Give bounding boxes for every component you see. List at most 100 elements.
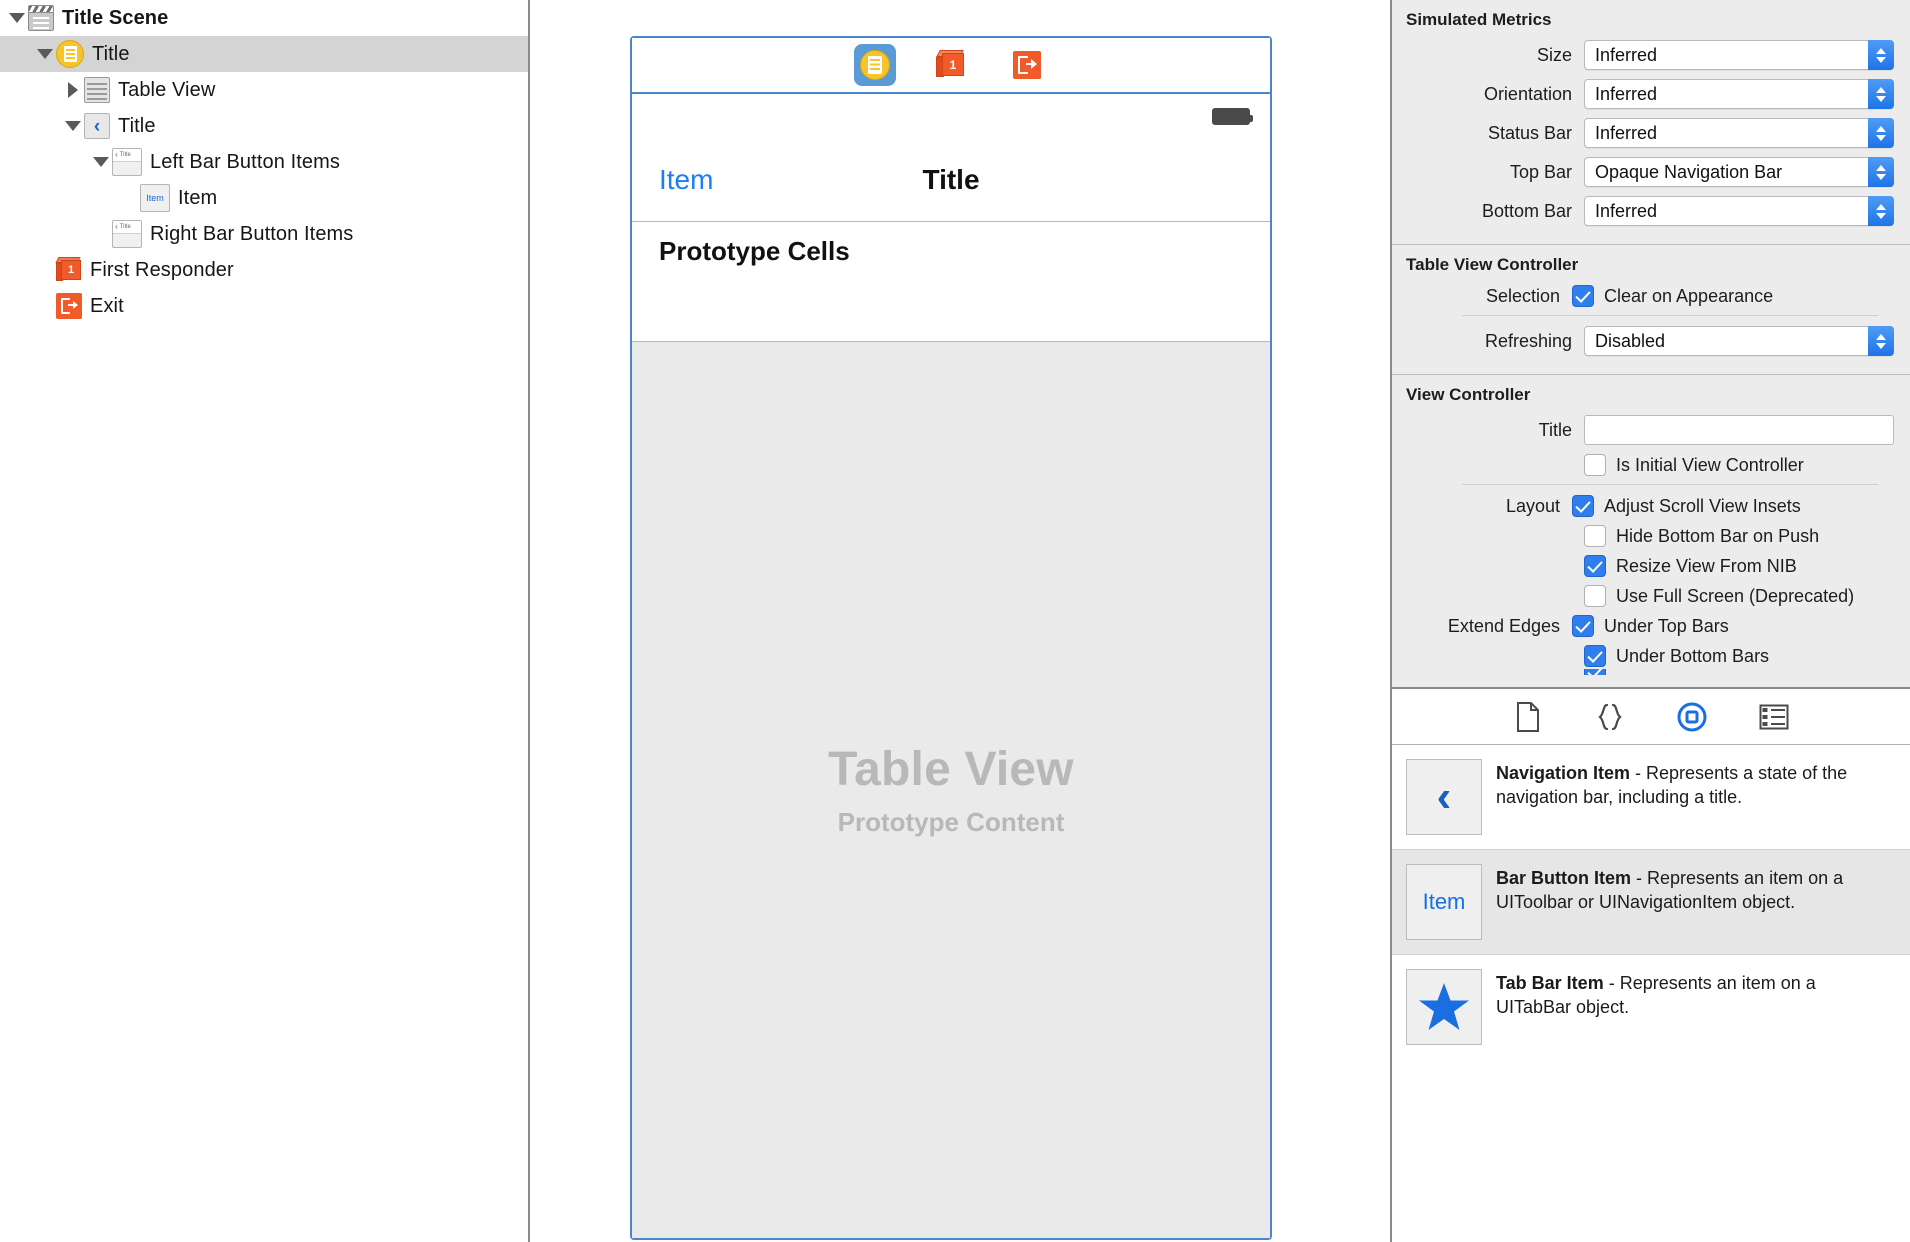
inline-divider bbox=[1462, 484, 1878, 485]
outline-row-table-view[interactable]: Table View bbox=[0, 72, 528, 108]
chevron-updown-icon[interactable] bbox=[1868, 40, 1894, 70]
nav-bar-title: Title bbox=[632, 164, 1270, 196]
library-item-separator: - bbox=[1631, 868, 1647, 888]
vc-title-input[interactable] bbox=[1584, 415, 1894, 445]
outline-row-title-scene[interactable]: Title Scene bbox=[0, 0, 528, 36]
outline-row-bar-button-item[interactable]: Item Item bbox=[0, 180, 528, 216]
nav-bar-left-button[interactable]: Item bbox=[659, 164, 713, 196]
vc-title-row: Title bbox=[1392, 415, 1894, 445]
outline-row-title-view-controller[interactable]: Title bbox=[0, 36, 528, 72]
library-item-tab-bar-item[interactable]: Tab Bar Item - Represents an item on a U… bbox=[1392, 955, 1910, 1059]
bottom-bar-label: Bottom Bar bbox=[1404, 201, 1584, 222]
is-initial-view-controller-checkbox[interactable] bbox=[1584, 454, 1606, 476]
disclosure-triangle-open[interactable] bbox=[34, 36, 56, 72]
status-bar-row: Status Bar Inferred bbox=[1392, 118, 1894, 148]
view-controller-scene[interactable]: 1 Item Title Prototype Cells bbox=[630, 36, 1272, 1240]
view-controller-section: View Controller Title Is Initial View Co… bbox=[1392, 375, 1910, 687]
hide-bottom-bar-on-push-checkbox[interactable] bbox=[1584, 525, 1606, 547]
exit-dock-icon bbox=[1013, 51, 1041, 79]
orientation-value: Inferred bbox=[1595, 84, 1657, 105]
outline-row-label: Title bbox=[92, 43, 130, 66]
selection-label: Selection bbox=[1392, 286, 1572, 307]
bar-button-item-thumb-label: Item bbox=[1423, 889, 1466, 915]
size-value: Inferred bbox=[1595, 45, 1657, 66]
vc-title-label: Title bbox=[1404, 420, 1584, 441]
library-item-navigation-item[interactable]: ‹ Navigation Item - Represents a state o… bbox=[1392, 745, 1910, 850]
under-top-bars-checkbox[interactable] bbox=[1572, 615, 1594, 637]
status-bar-select[interactable]: Inferred bbox=[1584, 118, 1894, 148]
extend-edges-top-row: Extend Edges Under Top Bars bbox=[1392, 615, 1894, 637]
chevron-updown-icon[interactable] bbox=[1868, 118, 1894, 148]
outline-row-label: Exit bbox=[90, 295, 124, 318]
outline-row-right-bar-button-items[interactable]: ‹ Title Right Bar Button Items bbox=[0, 216, 528, 252]
table-view-icon bbox=[84, 77, 110, 103]
object-library-tab[interactable] bbox=[1675, 700, 1709, 734]
outline-row-navigation-item-title[interactable]: ‹ Title bbox=[0, 108, 528, 144]
mini-chevron-glyph: ‹ bbox=[115, 151, 118, 159]
battery-icon bbox=[1212, 108, 1250, 125]
outline-row-exit[interactable]: Exit bbox=[0, 288, 528, 324]
use-full-screen-checkbox[interactable] bbox=[1584, 585, 1606, 607]
object-library-list[interactable]: ‹ Navigation Item - Represents a state o… bbox=[1392, 745, 1910, 1242]
first-responder-icon: 1 bbox=[56, 257, 82, 283]
chevron-updown-icon[interactable] bbox=[1868, 326, 1894, 356]
disclosure-triangle-open[interactable] bbox=[90, 144, 112, 180]
refreshing-label: Refreshing bbox=[1404, 331, 1584, 352]
status-bar-value: Inferred bbox=[1595, 123, 1657, 144]
resize-view-from-nib-checkbox[interactable] bbox=[1584, 555, 1606, 577]
selection-row: Selection Clear on Appearance bbox=[1392, 285, 1894, 307]
attributes-inspector-panel: Simulated Metrics Size Inferred Orientat… bbox=[1390, 0, 1910, 1242]
disclosure-triangle-open[interactable] bbox=[62, 108, 84, 144]
view-controller-dock-button[interactable] bbox=[854, 44, 896, 86]
prototype-cells-label: Prototype Cells bbox=[659, 236, 1243, 267]
library-item-bar-button-item[interactable]: Item Bar Button Item - Represents an ite… bbox=[1392, 850, 1910, 955]
view-controller-dock-icon bbox=[860, 50, 890, 80]
table-view-placeholder[interactable]: Table View Prototype Content bbox=[632, 342, 1270, 1238]
outline-row-label: Title Scene bbox=[62, 7, 168, 30]
outline-row-left-bar-button-items[interactable]: ‹ Title Left Bar Button Items bbox=[0, 144, 528, 180]
size-select[interactable]: Inferred bbox=[1584, 40, 1894, 70]
exit-icon bbox=[56, 293, 82, 319]
extend-edges-label: Extend Edges bbox=[1392, 616, 1572, 637]
refreshing-select[interactable]: Disabled bbox=[1584, 326, 1894, 356]
library-item-description: Tab Bar Item - Represents an item on a U… bbox=[1496, 969, 1894, 1019]
is-initial-row: Is Initial View Controller bbox=[1392, 454, 1894, 476]
table-view-placeholder-subtitle: Prototype Content bbox=[838, 807, 1065, 838]
xcode-interface-builder-window: Title Scene Title Table View ‹ Title bbox=[0, 0, 1910, 1242]
is-initial-view-controller-label: Is Initial View Controller bbox=[1616, 455, 1804, 476]
layout-label: Layout bbox=[1392, 496, 1572, 517]
under-opaque-bars-checkbox[interactable] bbox=[1584, 669, 1606, 675]
navigation-item-icon: ‹ bbox=[84, 113, 110, 139]
mini-title-glyph: Title bbox=[120, 224, 131, 230]
first-responder-badge: 1 bbox=[61, 260, 81, 280]
mini-chevron-glyph: ‹ bbox=[115, 223, 118, 231]
orientation-row: Orientation Inferred bbox=[1392, 79, 1894, 109]
hide-bottom-bar-row: Hide Bottom Bar on Push bbox=[1392, 525, 1894, 547]
library-item-name: Navigation Item bbox=[1496, 763, 1630, 783]
code-snippet-library-tab[interactable] bbox=[1593, 700, 1627, 734]
chevron-updown-icon[interactable] bbox=[1868, 157, 1894, 187]
outline-row-label: Left Bar Button Items bbox=[150, 151, 340, 174]
library-item-separator: - bbox=[1630, 763, 1646, 783]
chevron-updown-icon[interactable] bbox=[1868, 196, 1894, 226]
outline-row-first-responder[interactable]: 1 First Responder bbox=[0, 252, 528, 288]
top-bar-select[interactable]: Opaque Navigation Bar bbox=[1584, 157, 1894, 187]
document-outline-panel: Title Scene Title Table View ‹ Title bbox=[0, 0, 530, 1242]
adjust-scroll-view-insets-checkbox[interactable] bbox=[1572, 495, 1594, 517]
media-library-tab[interactable] bbox=[1757, 700, 1791, 734]
file-template-library-tab[interactable] bbox=[1511, 700, 1545, 734]
bottom-bar-select[interactable]: Inferred bbox=[1584, 196, 1894, 226]
first-responder-dock-button[interactable]: 1 bbox=[930, 44, 972, 86]
prototype-cells-section[interactable]: Prototype Cells bbox=[632, 222, 1270, 342]
extend-edges-bottom-row: Under Bottom Bars bbox=[1392, 645, 1894, 667]
navigation-bar[interactable]: Item Title bbox=[632, 138, 1270, 222]
disclosure-triangle-closed[interactable] bbox=[62, 72, 84, 108]
clear-on-appearance-checkbox[interactable] bbox=[1572, 285, 1594, 307]
disclosure-triangle-open[interactable] bbox=[6, 0, 28, 36]
orientation-select[interactable]: Inferred bbox=[1584, 79, 1894, 109]
under-bottom-bars-checkbox[interactable] bbox=[1584, 645, 1606, 667]
scene-dock: 1 bbox=[632, 38, 1270, 94]
chevron-updown-icon[interactable] bbox=[1868, 79, 1894, 109]
exit-dock-button[interactable] bbox=[1006, 44, 1048, 86]
storyboard-canvas[interactable]: 1 Item Title Prototype Cells bbox=[530, 0, 1390, 1242]
